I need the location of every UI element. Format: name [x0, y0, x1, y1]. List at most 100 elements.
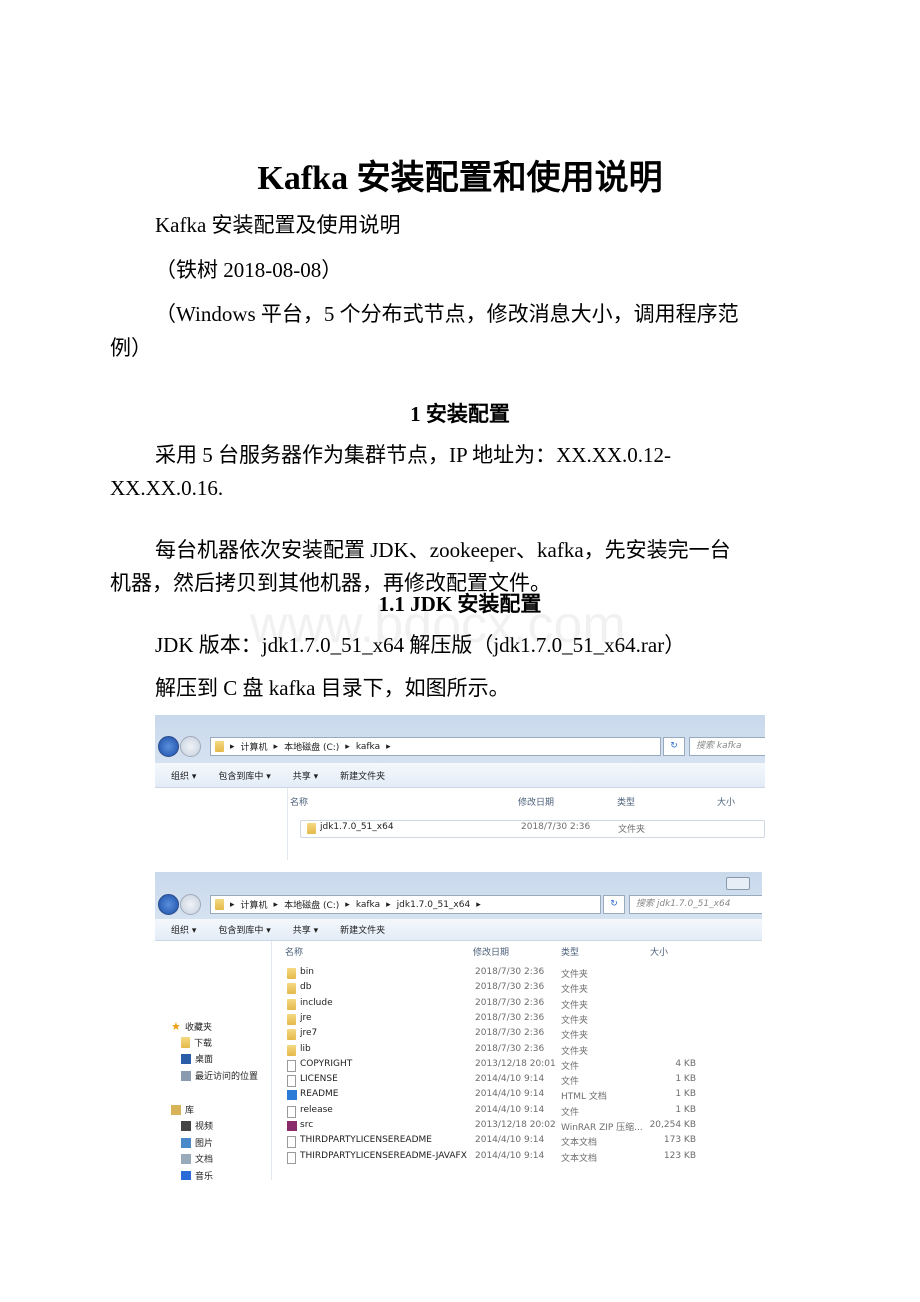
file-type: 文件 — [561, 1107, 580, 1118]
file-name: db — [300, 982, 312, 993]
breadcrumb-item[interactable]: 本地磁盘 (C:) — [284, 740, 339, 753]
column-header[interactable]: 大小 — [717, 795, 735, 808]
toolbar-button[interactable]: 包含到库中 ▾ — [218, 769, 270, 782]
column-header[interactable]: 修改日期 — [518, 795, 554, 808]
file-date: 2018/7/30 2:36 — [475, 997, 545, 1008]
refresh-button[interactable]: ↻ — [663, 737, 685, 756]
nav-item-label: 音乐 — [195, 1172, 214, 1180]
file-row[interactable]: jre 2018/7/30 2:36 文件夹 — [155, 1012, 762, 1027]
toolbar-button[interactable]: 新建文件夹 — [340, 923, 385, 936]
file-date: 2018/7/30 2:36 — [475, 1028, 545, 1039]
file-name: README — [300, 1089, 339, 1100]
breadcrumb-item[interactable]: 本地磁盘 (C:) — [284, 898, 339, 911]
forward-button[interactable] — [180, 736, 201, 757]
folder-icon — [215, 741, 224, 752]
breadcrumb-separator[interactable]: ▸ — [274, 900, 279, 910]
paragraph: Kafka 安装配置及使用说明 — [155, 213, 401, 237]
column-header[interactable]: 类型 — [561, 945, 579, 958]
toolbar-button[interactable]: 组织 ▾ — [171, 923, 196, 936]
search-input[interactable]: 搜索 jdk1.7.0_51_x64 — [629, 895, 762, 914]
breadcrumb-separator[interactable]: ▸ — [476, 900, 481, 910]
file-row[interactable]: db 2018/7/30 2:36 文件夹 — [155, 981, 762, 996]
file-size: 1 KB — [675, 1104, 696, 1115]
breadcrumb-separator[interactable]: ▸ — [345, 742, 350, 752]
folder-icon — [215, 899, 224, 910]
search-input[interactable]: 搜索 kafka — [689, 737, 765, 756]
breadcrumb-separator[interactable]: ▸ — [386, 742, 391, 752]
column-header[interactable]: 类型 — [617, 795, 635, 808]
file-size: 1 KB — [675, 1089, 696, 1100]
back-button[interactable] — [158, 736, 179, 757]
breadcrumb-separator[interactable]: ▸ — [274, 742, 279, 752]
minimize-button[interactable] — [726, 877, 750, 890]
address-bar[interactable]: ▸ 计算机 ▸ 本地磁盘 (C:) ▸ kafka ▸ — [210, 737, 661, 756]
folder-icon — [287, 1013, 296, 1025]
file-row[interactable]: bin 2018/7/30 2:36 文件夹 — [155, 966, 762, 981]
file-size: 4 KB — [675, 1058, 696, 1069]
paragraph: （Windows 平台，5 个分布式节点，修改消息大小，调用程序范 — [155, 302, 739, 326]
file-row[interactable]: jre7 2018/7/30 2:36 文件夹 — [155, 1027, 762, 1042]
column-header[interactable]: 名称 — [290, 795, 308, 808]
winrar-icon — [287, 1121, 297, 1131]
file-row[interactable]: src 2013/12/18 20:02 WinRAR ZIP 压缩... 20,25… — [155, 1119, 762, 1134]
back-button[interactable] — [158, 894, 179, 915]
column-header[interactable]: 名称 — [285, 945, 303, 958]
folder-icon — [287, 968, 296, 979]
file-row[interactable]: README 2014/4/10 9:14 HTML 文档 1 KB — [155, 1088, 762, 1103]
file-size: 1 KB — [675, 1074, 696, 1085]
file-size: 123 KB — [663, 1150, 696, 1161]
file-name: include — [300, 997, 333, 1008]
file-type: HTML 文档 — [561, 1092, 607, 1103]
subsection-heading: 1.1 JDK 安装配置 — [378, 592, 542, 616]
breadcrumb-item[interactable]: kafka — [356, 900, 380, 910]
file-size: 20,254 KB — [649, 1120, 696, 1130]
file-date: 2018/7/30 2:36 — [475, 1012, 545, 1023]
breadcrumb-item[interactable]: jdk1.7.0_51_x64 — [397, 900, 471, 910]
file-row[interactable]: lib 2018/7/30 2:36 文件夹 — [155, 1043, 762, 1058]
file-name: LICENSE — [300, 1074, 338, 1085]
file-row[interactable]: jdk1.7.0_51_x64 2018/7/30 2:36 文件夹 — [300, 820, 765, 838]
file-name: COPYRIGHT — [300, 1058, 353, 1069]
file-type: 文件夹 — [561, 1031, 589, 1042]
toolbar-button[interactable]: 组织 ▾ — [171, 769, 196, 782]
toolbar-button[interactable]: 共享 ▾ — [293, 923, 318, 936]
column-header[interactable]: 修改日期 — [473, 945, 509, 958]
navigation-pane: ★收藏夹下载桌面 — [155, 788, 288, 860]
breadcrumb-separator[interactable]: ▸ — [230, 900, 235, 910]
file-row[interactable]: release 2014/4/10 9:14 文件 1 KB — [155, 1104, 762, 1119]
breadcrumb-item[interactable]: 计算机 — [241, 740, 268, 753]
paragraph: 采用 5 台服务器作为集群节点，IP 地址为：XX.XX.0.12- — [155, 443, 672, 467]
toolbar-button[interactable]: 包含到库中 ▾ — [218, 923, 270, 936]
file-type: 文件夹 — [561, 1046, 589, 1057]
file-name: THIRDPARTYLICENSEREADME — [300, 1135, 432, 1146]
forward-button[interactable] — [180, 894, 201, 915]
section-heading: 1 安装配置 — [410, 402, 510, 426]
file-row[interactable]: THIRDPARTYLICENSEREADME-JAVAFX 2014/4/10 … — [155, 1150, 762, 1165]
file-date: 2014/4/10 9:14 — [475, 1135, 545, 1146]
file-icon — [287, 1075, 296, 1088]
nav-item[interactable]: 音乐 — [181, 1169, 213, 1180]
file-row[interactable]: LICENSE 2014/4/10 9:14 文件 1 KB — [155, 1073, 762, 1088]
breadcrumb-item[interactable]: kafka — [356, 742, 380, 752]
address-bar[interactable]: ▸ 计算机 ▸ 本地磁盘 (C:) ▸ kafka ▸ jdk1.7.0_51_x64 ▸ — [210, 895, 601, 914]
refresh-button[interactable]: ↻ — [603, 895, 625, 914]
paragraph: 例） — [110, 336, 152, 360]
file-row[interactable]: THIRDPARTYLICENSEREADME 2014/4/10 9:14 文本文… — [155, 1134, 762, 1149]
file-row[interactable]: COPYRIGHT 2013/12/18 20:01 文件 4 KB — [155, 1058, 762, 1073]
file-type: 文件 — [561, 1077, 580, 1088]
toolbar-button[interactable]: 共享 ▾ — [293, 769, 318, 782]
file-name: lib — [300, 1043, 311, 1054]
explorer-screenshot-1: ▸ 计算机 ▸ 本地磁盘 (C:) ▸ kafka ▸ ↻ 搜索 kafka 组织 ▾ 包含到库中 … — [155, 715, 765, 860]
file-name: THIRDPARTYLICENSEREADME-JAVAFX — [300, 1150, 467, 1161]
explorer-screenshot-2: ▸ 计算机 ▸ 本地磁盘 (C:) ▸ kafka ▸ jdk1.7.0_51_x64 ▸ ↻ 搜索… — [155, 872, 762, 1180]
breadcrumb-separator[interactable]: ▸ — [345, 900, 350, 910]
column-header[interactable]: 大小 — [650, 945, 668, 958]
toolbar-button[interactable]: 新建文件夹 — [340, 769, 385, 782]
file-date: 2018/7/30 2:36 — [475, 967, 545, 977]
file-row[interactable]: include 2018/7/30 2:36 文件夹 — [155, 997, 762, 1012]
file-date: 2014/4/10 9:14 — [475, 1104, 545, 1115]
breadcrumb-item[interactable]: 计算机 — [241, 898, 268, 911]
breadcrumb-separator[interactable]: ▸ — [230, 742, 235, 752]
file-type: 文件夹 — [561, 985, 589, 996]
breadcrumb-separator[interactable]: ▸ — [386, 900, 391, 910]
